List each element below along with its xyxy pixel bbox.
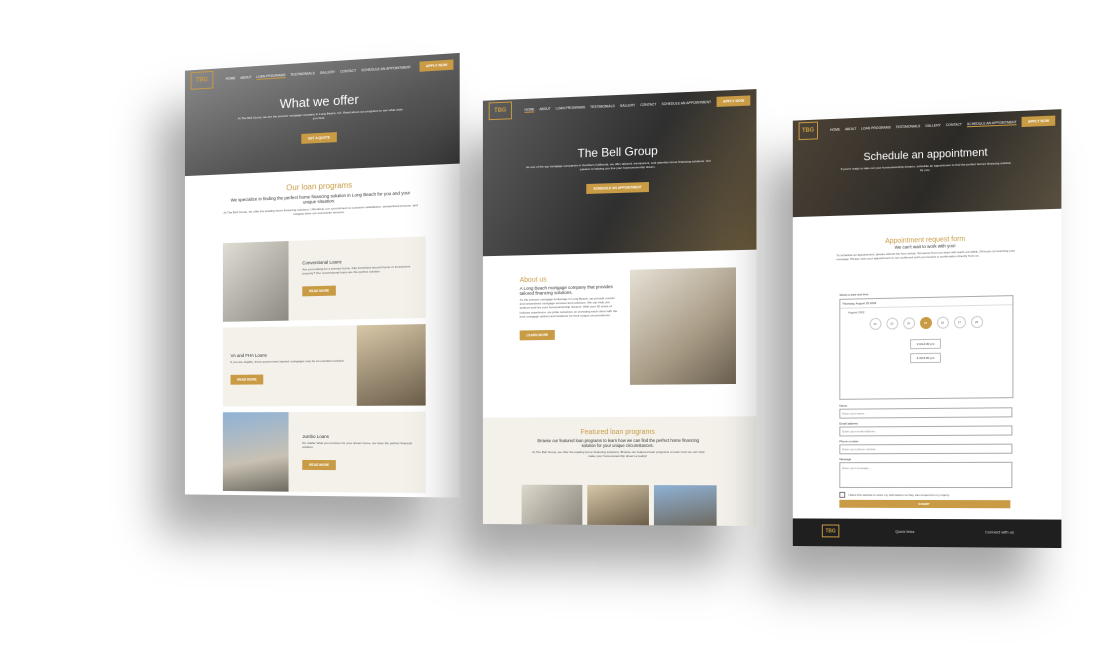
nav-home[interactable]: HOME	[226, 76, 236, 81]
read-more-button[interactable]: READ MORE	[230, 374, 264, 385]
nav-loan-programs[interactable]: LOAN PROGRAMS	[556, 105, 585, 110]
nav-contact[interactable]: CONTACT	[946, 122, 962, 127]
name-field[interactable]: Enter your name...	[839, 407, 1013, 419]
loan-card-jumbo: Jumbo Loans No matter what you envision …	[222, 411, 426, 494]
submit-button[interactable]: SUBMIT	[839, 499, 1011, 509]
featured-photo-1	[521, 484, 583, 525]
featured-text: At The Bell Group, we offer the leading …	[532, 449, 705, 459]
schedule-appointment-button[interactable]: SCHEDULE AN APPOINTMENT	[586, 182, 649, 195]
calendar-day[interactable]: 22	[869, 317, 881, 330]
calendar-day[interactable]: 23	[885, 317, 898, 330]
family-photo	[356, 324, 426, 406]
living-room-photo	[222, 241, 289, 322]
read-more-button[interactable]: READ MORE	[302, 285, 336, 297]
calendar-widget[interactable]: Thursday, August 25 2022 August 2022 22 2…	[839, 295, 1014, 400]
family-kitchen-photo	[629, 267, 736, 385]
calendar-day[interactable]: 24	[902, 317, 915, 330]
phone-field[interactable]: Enter your phone number...	[839, 443, 1013, 455]
nav-contact[interactable]: CONTACT	[340, 69, 356, 74]
loan-text: If you are eligible, these government ba…	[230, 358, 345, 365]
nav-loan-programs[interactable]: LOAN PROGRAMS	[861, 125, 890, 130]
message-label: Message	[839, 457, 852, 462]
logo[interactable]: TBG	[190, 70, 214, 90]
footer: TBG Quick links Connect with us	[792, 518, 1062, 549]
mockup-page-home: The Bell Group As one of the top mortgag…	[482, 89, 757, 527]
get-quote-button[interactable]: GET A QUOTE	[301, 132, 338, 145]
about-title: About us	[519, 276, 547, 285]
nav-schedule[interactable]: SCHEDULE AN APPOINTMENT	[661, 100, 711, 106]
calendar-day[interactable]: 27	[953, 316, 966, 329]
nav-contact[interactable]: CONTACT	[640, 102, 656, 107]
nav-gallery[interactable]: GALLERY	[925, 123, 941, 128]
nav-about[interactable]: ABOUT	[845, 127, 856, 131]
featured-photo-2	[587, 484, 649, 526]
time-slot[interactable]: 2:00-2:30 pm	[909, 338, 942, 350]
phone-label: Phone number	[839, 439, 859, 444]
consent-checkbox[interactable]	[839, 491, 846, 498]
loan-title: Jumbo Loans	[302, 433, 329, 440]
nav-loan-programs[interactable]: LOAN PROGRAMS	[256, 72, 286, 80]
calendar-day[interactable]: 26	[936, 316, 949, 329]
calendar-day[interactable]: 25	[919, 316, 932, 330]
nav-schedule[interactable]: SCHEDULE AN APPOINTMENT	[361, 65, 411, 72]
learn-more-button[interactable]: LEARN MORE	[519, 329, 555, 341]
nav-home[interactable]: HOME	[830, 128, 840, 132]
featured-subtitle: Browse our featured loan programs to lea…	[537, 437, 700, 449]
nav-schedule[interactable]: SCHEDULE AN APPOINTMENT	[966, 119, 1017, 127]
logo[interactable]: TBG	[798, 121, 818, 141]
loan-card-va-fha: VA and FHA Loans If you are eligible, th…	[222, 324, 426, 407]
name-label: Name	[839, 403, 848, 408]
apply-now-button[interactable]: APPLY NOW	[716, 95, 751, 107]
nav-testimonials[interactable]: TESTIMONIALS	[590, 104, 615, 109]
read-more-button[interactable]: READ MORE	[302, 460, 336, 471]
about-subtitle: A Long Beach mortgage company that provi…	[519, 284, 613, 296]
loan-card-conventional: Conventional Loans Are you looking for a…	[222, 236, 426, 322]
apply-now-button[interactable]: APPLY NOW	[419, 59, 454, 72]
loan-text: Are you looking for a primary home, full…	[302, 264, 411, 276]
footer-logo[interactable]: TBG	[821, 524, 840, 538]
footer-quick-links: Quick links	[895, 528, 915, 534]
message-field[interactable]: Enter your message...	[839, 461, 1013, 489]
nav-about[interactable]: ABOUT	[539, 107, 550, 111]
calendar-day[interactable]: 28	[970, 315, 983, 329]
footer-connect: Connect with us	[985, 529, 1014, 535]
loan-title: VA and FHA Loans	[230, 352, 267, 359]
about-text: As the premier mortgage brokerage in Lon…	[519, 296, 618, 319]
consent-text: I allow this website to store my submiss…	[848, 492, 950, 498]
nav-testimonials[interactable]: TESTIMONIALS	[896, 124, 921, 129]
time-slot[interactable]: 4:30-5:00 pm	[909, 352, 942, 364]
logo[interactable]: TBG	[488, 101, 512, 121]
house-photo	[222, 412, 289, 492]
nav-home[interactable]: HOME	[524, 106, 535, 113]
featured-photo-3	[653, 485, 717, 526]
featured-title: Featured loan programs	[580, 428, 655, 437]
nav-gallery[interactable]: GALLERY	[320, 70, 335, 75]
email-field[interactable]: Enter your email address...	[839, 425, 1013, 437]
apply-now-button[interactable]: APPLY NOW	[1021, 115, 1056, 128]
email-label: Email address	[839, 421, 858, 426]
nav-testimonials[interactable]: TESTIMONIALS	[290, 71, 314, 77]
date-label: Select a date and time	[839, 292, 869, 297]
mockup-page-schedule: Schedule an appointment If you're ready …	[792, 109, 1062, 549]
mockup-page-loan-programs: What we offer At The Bell Group, we are …	[184, 52, 460, 498]
loan-text: No matter what you envision for your dre…	[302, 440, 412, 450]
nav-gallery[interactable]: GALLERY	[620, 103, 636, 108]
nav-about[interactable]: ABOUT	[240, 75, 251, 80]
featured-section: Featured loan programs Browse our featur…	[482, 416, 757, 527]
